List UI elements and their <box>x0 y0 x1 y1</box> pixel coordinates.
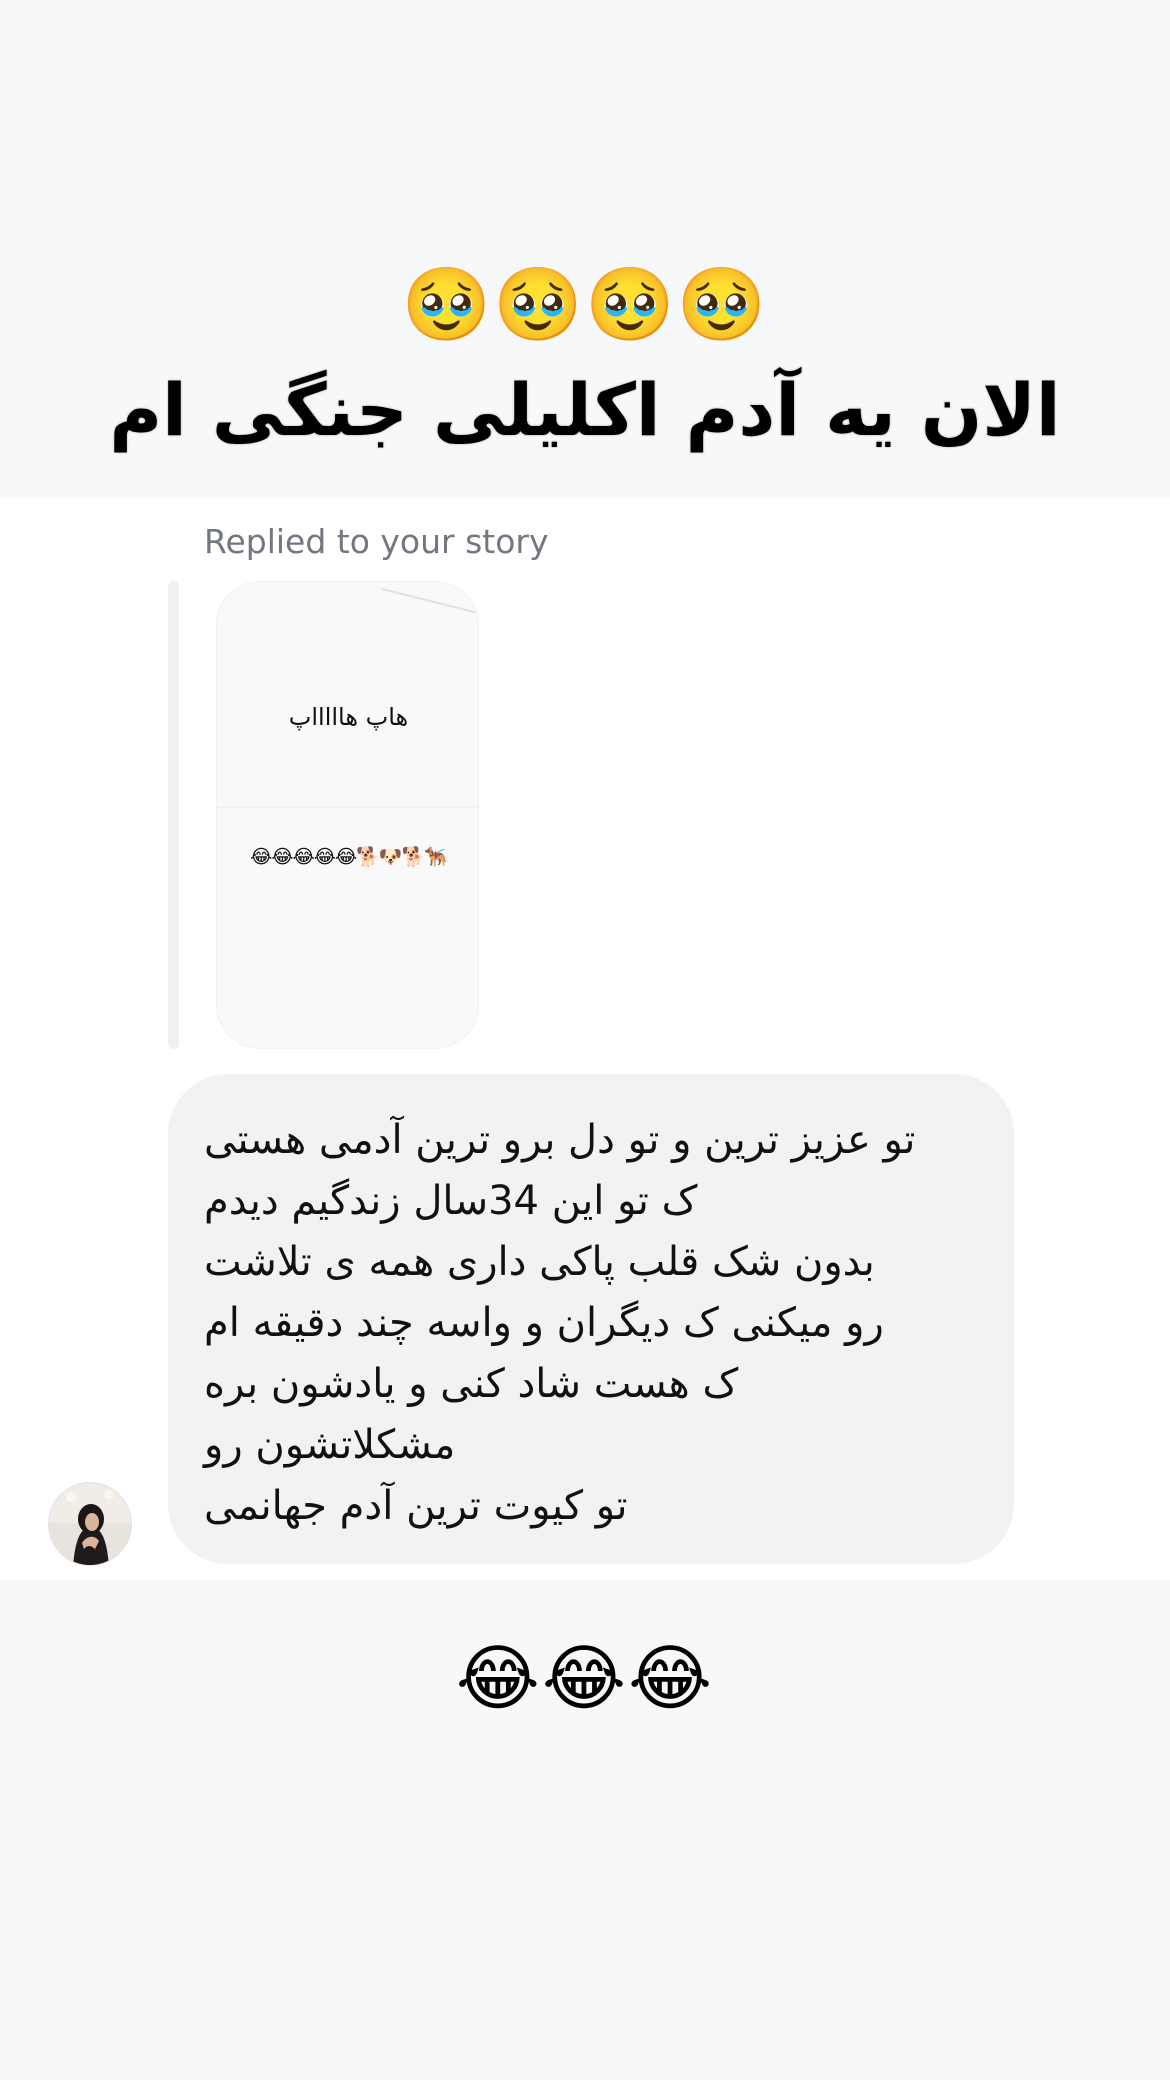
chat-panel: Replied to your story هاپ هاااااپ 😂😂😂😂😂🐕… <box>0 498 1170 1580</box>
caption-emojis: 🥹🥹🥹🥹 <box>401 262 769 346</box>
story-caption: 🥹🥹🥹🥹 الان یه آدم اکلیلی جنگی ام <box>0 0 1170 498</box>
message-line: تو عزیز ترین و تو دل برو ترین آدمی هستی <box>204 1117 916 1163</box>
message-line: رو میکنی ک دیگران و واسه چند دقیقه ام <box>204 1300 884 1346</box>
story-thumbnail[interactable]: هاپ هاااااپ 😂😂😂😂😂🐕🐶🐕🐕‍🦺 <box>216 581 479 1049</box>
message-line: بدون شک قلب پاکی داری همه ی تلاشت <box>204 1239 875 1285</box>
user-avatar[interactable] <box>48 1482 132 1566</box>
caption-text: الان یه آدم اکلیلی جنگی ام <box>109 368 1061 452</box>
message-line: تو کیوت ترین آدم جهانمی <box>204 1483 628 1529</box>
avatar-icon <box>49 1483 131 1565</box>
message-line: ک هست شاد کنی و یادشون بره <box>204 1361 739 1407</box>
message-bubble[interactable]: تو عزیز ترین و تو دل برو ترین آدمی هستی … <box>168 1074 1014 1564</box>
story-thumbnail-text: هاپ هاااااپ <box>288 703 409 731</box>
story-thumbnail-divider <box>217 807 478 808</box>
story-thumbnail-emojis: 😂😂😂😂😂🐕🐶🐕🐕‍🦺 <box>250 846 448 868</box>
reaction-emojis: 😂😂😂 <box>455 1636 715 1720</box>
story-thumbnail-line <box>381 588 478 615</box>
reply-indicator-bar <box>168 581 179 1049</box>
replied-to-story-label: Replied to your story <box>204 522 549 561</box>
message-line: ک تو این 34سال زندگیم دیدم <box>204 1178 698 1224</box>
message-line: مشکلاتشون رو <box>204 1422 456 1468</box>
